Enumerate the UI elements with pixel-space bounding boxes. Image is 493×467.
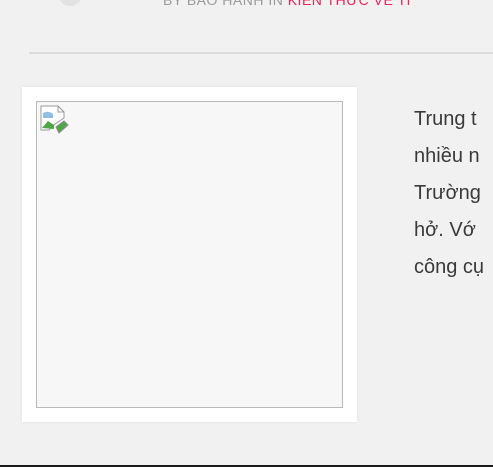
post-thumbnail[interactable] (36, 101, 343, 408)
excerpt-line: hở. Vớ (414, 219, 476, 241)
author-avatar[interactable] (58, 0, 82, 6)
excerpt-line: Trường (414, 182, 481, 204)
excerpt-line: nhiều n (414, 145, 480, 167)
post-excerpt: Trung t nhiều n Trường hở. Vớ công cụ (414, 101, 493, 286)
post-list-page: BY BẢO HÀNH IN KIẾN THỨC VỀ TI Trung t n… (0, 0, 493, 467)
divider (29, 52, 493, 54)
post-category-link[interactable]: KIẾN THỨC VỀ TI (288, 0, 411, 8)
excerpt-line: Trung t (414, 108, 477, 130)
post-thumbnail-card[interactable] (22, 87, 357, 422)
post-author[interactable]: BY BẢO HÀNH IN (163, 0, 283, 8)
post-meta: BY BẢO HÀNH IN KIẾN THỨC VỀ TI (163, 0, 411, 8)
broken-image-icon (40, 105, 69, 134)
excerpt-line: công cụ (414, 256, 485, 278)
